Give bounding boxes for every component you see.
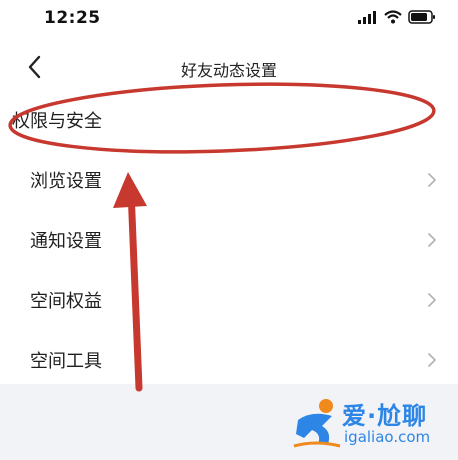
watermark-url: igaliao.com	[344, 428, 431, 446]
wifi-icon	[384, 10, 402, 24]
nav-bar: 好友动态设置	[0, 44, 458, 90]
watermark-brand: 爱·尬聊	[342, 402, 428, 430]
menu-item-space-tools[interactable]: 空间工具	[0, 330, 458, 390]
menu-item-space-benefits[interactable]: 空间权益	[0, 270, 458, 330]
menu-item-label: 通知设置	[30, 231, 102, 252]
chevron-right-icon	[428, 173, 436, 187]
chevron-right-icon	[428, 233, 436, 247]
menu-item-label: 空间工具	[30, 351, 102, 372]
menu-item-label: 权限与安全	[12, 111, 102, 132]
page-title: 好友动态设置	[180, 61, 277, 80]
menu-item-permissions-security[interactable]: 权限与安全	[0, 90, 458, 150]
chevron-right-icon	[428, 293, 436, 307]
menu-item-browse-settings[interactable]: 浏览设置	[0, 150, 458, 210]
watermark: 爱·尬聊 igaliao.com	[292, 394, 452, 456]
chevron-right-icon	[428, 353, 436, 367]
settings-menu: 权限与安全 浏览设置 通知设置 空间权益 空间工具	[0, 90, 458, 390]
status-icons	[358, 10, 436, 24]
menu-item-notification-settings[interactable]: 通知设置	[0, 210, 458, 270]
status-time: 12:25	[44, 8, 101, 28]
battery-icon	[408, 10, 435, 24]
status-bar: 12:25	[0, 0, 458, 36]
menu-item-label: 空间权益	[30, 291, 102, 312]
signal-icon	[358, 10, 376, 24]
watermark-logo-icon	[293, 399, 341, 448]
menu-item-label: 浏览设置	[30, 171, 102, 192]
